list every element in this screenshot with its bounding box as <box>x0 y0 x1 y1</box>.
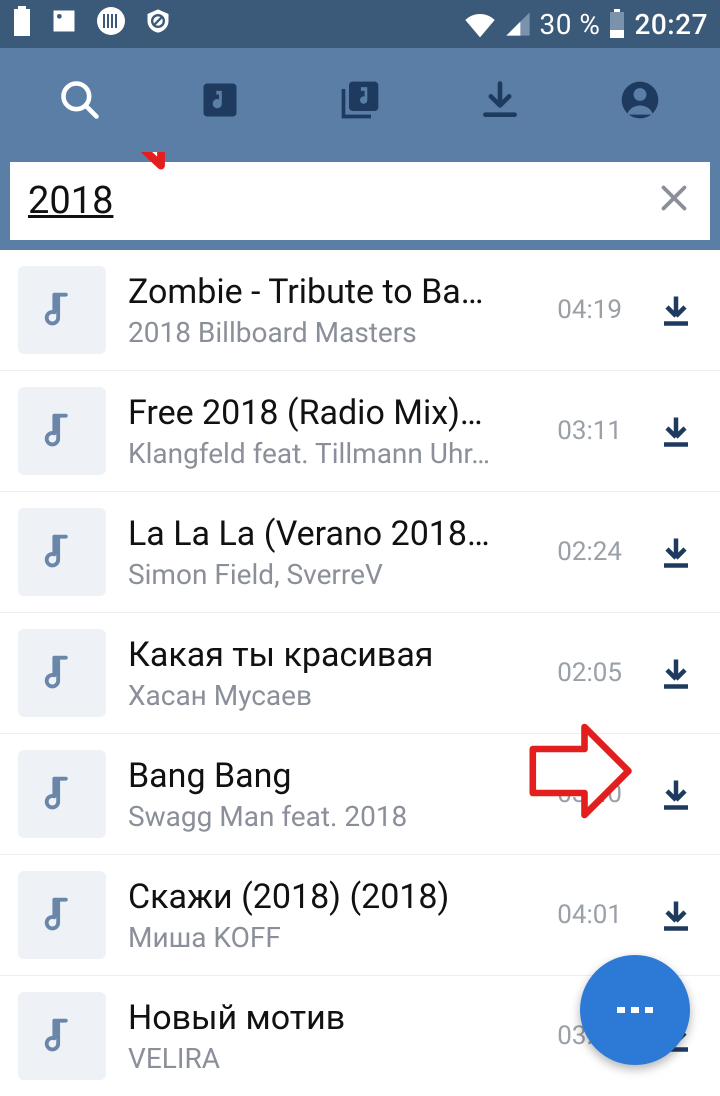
tab-my-music[interactable] <box>180 60 260 140</box>
tab-downloads[interactable] <box>460 60 540 140</box>
wifi-icon <box>464 10 496 38</box>
download-arrow-icon <box>658 776 694 812</box>
note-icon <box>39 529 85 575</box>
download-track-button[interactable] <box>654 776 698 812</box>
track-artist: Хасан Мусаев <box>128 679 520 712</box>
tab-profile[interactable] <box>600 60 680 140</box>
image-icon <box>50 7 78 42</box>
more-horizontal-icon <box>613 1005 657 1015</box>
download-track-button[interactable] <box>654 413 698 449</box>
search-button[interactable] <box>40 60 120 140</box>
annotation-arrow-right <box>514 716 644 826</box>
track-duration: 04:01 <box>542 900 622 930</box>
barcode-icon <box>96 6 126 43</box>
note-icon <box>39 771 85 817</box>
note-icon <box>39 650 85 696</box>
note-icon <box>39 1013 85 1059</box>
music-library-icon <box>338 78 382 122</box>
shield-icon <box>144 7 172 42</box>
track-cover <box>18 992 106 1080</box>
battery-alert-icon <box>12 6 32 43</box>
close-icon <box>656 180 692 216</box>
track-row[interactable]: Скажи (2018) (2018) Миша KOFF 04:01 <box>0 855 720 976</box>
download-arrow-icon <box>658 292 694 328</box>
track-cover <box>18 508 106 596</box>
track-title: Bang Bang <box>128 756 520 796</box>
track-cover <box>18 387 106 475</box>
note-icon <box>39 892 85 938</box>
download-arrow-icon <box>658 534 694 570</box>
track-cover <box>18 750 106 838</box>
track-artist: Swagg Man feat. 2018 <box>128 800 520 833</box>
signal-icon <box>504 10 532 38</box>
download-arrow-icon <box>658 413 694 449</box>
download-track-button[interactable] <box>654 292 698 328</box>
track-cover <box>18 871 106 959</box>
clear-search-button[interactable] <box>656 179 692 223</box>
track-artist: VELIRA <box>128 1042 520 1075</box>
battery-icon <box>608 9 626 39</box>
track-title: Новый мотив <box>128 998 520 1038</box>
fab-more-button[interactable] <box>580 955 690 1065</box>
download-icon <box>478 78 522 122</box>
track-row[interactable]: Zombie - Tribute to Ba… 2018 Billboard M… <box>0 250 720 371</box>
track-artist: Simon Field, SverreV <box>128 558 520 591</box>
track-row[interactable]: Free 2018 (Radio Mix)… Klangfeld feat. T… <box>0 371 720 492</box>
toolbar <box>0 48 720 152</box>
tab-library[interactable] <box>320 60 400 140</box>
profile-icon <box>618 78 662 122</box>
battery-percent: 30 % <box>540 8 601 41</box>
track-duration: 03:11 <box>542 416 622 446</box>
download-track-button[interactable] <box>654 897 698 933</box>
note-icon <box>39 287 85 333</box>
status-bar: 30 % 20:27 <box>0 0 720 48</box>
track-title: Free 2018 (Radio Mix)… <box>128 393 520 433</box>
track-title: Zombie - Tribute to Ba… <box>128 272 520 312</box>
download-arrow-icon <box>658 655 694 691</box>
track-duration: 02:05 <box>542 658 622 688</box>
search-icon <box>58 78 102 122</box>
note-icon <box>39 408 85 454</box>
music-single-icon <box>198 78 242 122</box>
download-track-button[interactable] <box>654 655 698 691</box>
track-artist: 2018 Billboard Masters <box>128 316 520 349</box>
download-track-button[interactable] <box>654 534 698 570</box>
track-title: La La La (Verano 2018… <box>128 514 520 554</box>
download-arrow-icon <box>658 897 694 933</box>
track-artist: Миша KOFF <box>128 921 520 954</box>
track-duration: 04:19 <box>542 295 622 325</box>
track-title: Какая ты красивая <box>128 635 520 675</box>
track-cover <box>18 266 106 354</box>
track-artist: Klangfeld feat. Tillmann Uhr… <box>128 437 520 470</box>
search-query: 2018 <box>28 179 656 223</box>
clock: 20:27 <box>634 8 708 41</box>
track-row[interactable]: La La La (Verano 2018… Simon Field, Sver… <box>0 492 720 613</box>
track-title: Скажи (2018) (2018) <box>128 877 520 917</box>
track-duration: 02:24 <box>542 537 622 567</box>
track-cover <box>18 629 106 717</box>
